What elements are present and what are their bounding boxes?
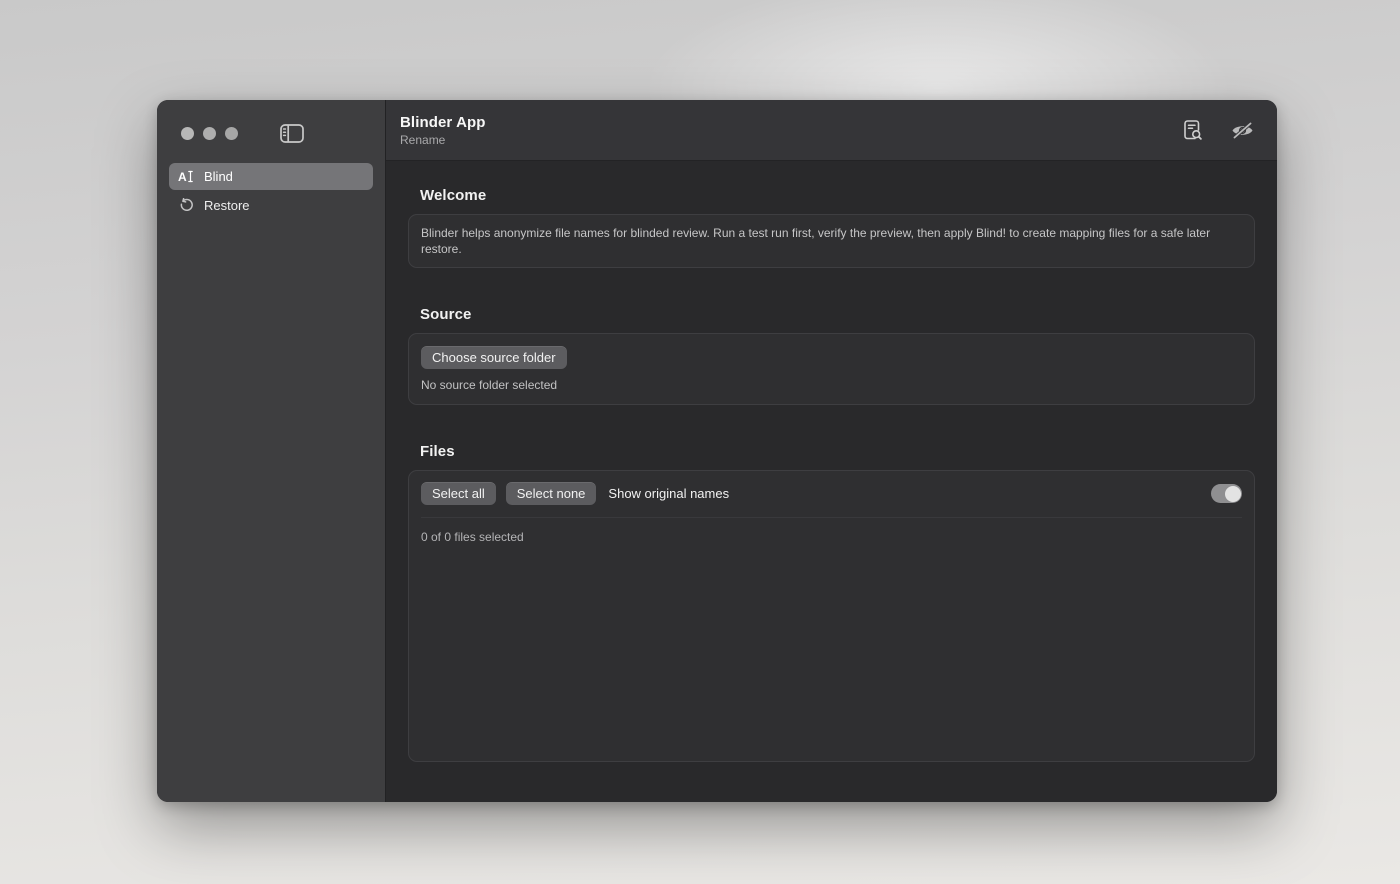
show-original-names-label: Show original names	[608, 486, 729, 501]
app-window: A Blind Restore	[157, 100, 1277, 802]
source-status-text: No source folder selected	[421, 378, 1242, 392]
main-panel: Blinder App Rename	[386, 100, 1277, 802]
select-all-button[interactable]: Select all	[421, 482, 496, 505]
files-card: Select all Select none Show original nam…	[408, 470, 1255, 762]
sidebar-nav: A Blind Restore	[169, 163, 373, 219]
minimize-window-button[interactable]	[203, 127, 216, 140]
source-card: Choose source folder No source folder se…	[408, 333, 1255, 405]
rename-options-heading: Rename options	[420, 800, 1255, 802]
sidebar-item-label: Restore	[204, 198, 250, 213]
welcome-heading: Welcome	[420, 187, 1255, 204]
character-cursor-icon: A	[178, 169, 195, 185]
titlebar	[157, 100, 385, 144]
close-window-button[interactable]	[181, 127, 194, 140]
welcome-card: Blinder helps anonymize file names for b…	[408, 214, 1255, 268]
files-selection-status: 0 of 0 files selected	[409, 518, 1254, 556]
files-toolbar: Select all Select none Show original nam…	[409, 471, 1254, 516]
welcome-text: Blinder helps anonymize file names for b…	[421, 225, 1231, 257]
files-heading: Files	[420, 443, 1255, 460]
source-heading: Source	[420, 306, 1255, 323]
choose-source-folder-button[interactable]: Choose source folder	[421, 346, 567, 369]
show-original-names-toggle[interactable]	[1211, 484, 1242, 503]
toggle-knob	[1225, 486, 1241, 502]
sidebar-item-restore[interactable]: Restore	[169, 192, 373, 219]
svg-text:A: A	[178, 170, 187, 184]
main-header: Blinder App Rename	[386, 100, 1277, 161]
traffic-lights	[181, 127, 238, 140]
sidebar-item-label: Blind	[204, 169, 233, 184]
sidebar-item-blind[interactable]: A Blind	[169, 163, 373, 190]
zoom-window-button[interactable]	[225, 127, 238, 140]
content-area[interactable]: Welcome Blinder helps anonymize file nam…	[386, 161, 1277, 802]
sidebar-toggle-icon[interactable]	[278, 121, 306, 145]
sidebar: A Blind Restore	[157, 100, 386, 802]
app-title: Blinder App	[400, 114, 486, 131]
select-none-button[interactable]: Select none	[506, 482, 597, 505]
restore-arrow-icon	[178, 198, 195, 214]
eye-slash-icon[interactable]	[1227, 117, 1257, 143]
document-search-icon[interactable]	[1177, 117, 1207, 143]
page-subtitle: Rename	[400, 133, 486, 147]
